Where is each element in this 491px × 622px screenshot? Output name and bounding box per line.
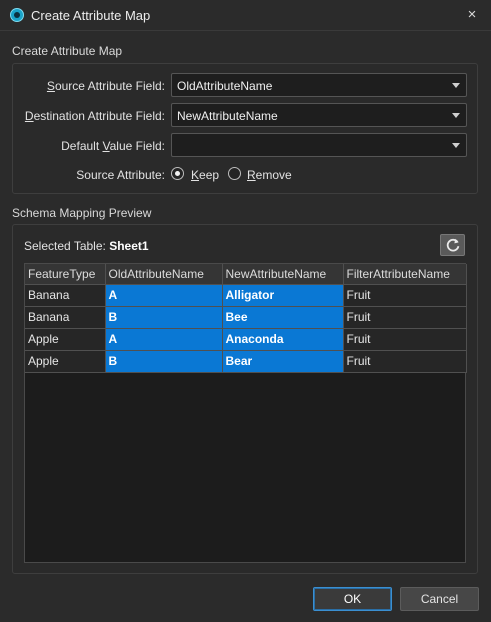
table-row[interactable]: Apple B Bear Fruit [25, 350, 467, 373]
close-icon[interactable]: × [461, 4, 483, 26]
chevron-down-icon [452, 113, 460, 118]
table-cell[interactable]: Fruit [343, 350, 467, 373]
column-header[interactable]: OldAttributeName [105, 264, 223, 285]
source-attribute-field-dropdown[interactable]: OldAttributeName [171, 73, 467, 97]
chevron-down-icon [452, 143, 460, 148]
keep-radio-label[interactable]: Keep [191, 168, 219, 182]
default-value-field-label: Default Value Field: [61, 139, 165, 153]
column-header[interactable]: NewAttributeName [222, 264, 344, 285]
table-row[interactable]: Banana A Alligator Fruit [25, 284, 467, 307]
table-header-row: FeatureType OldAttributeName NewAttribut… [25, 264, 467, 285]
table-cell-selected[interactable]: A [105, 284, 223, 307]
table-cell[interactable]: Fruit [343, 306, 467, 329]
keep-radio[interactable] [171, 167, 184, 180]
title-bar: Create Attribute Map × [0, 0, 491, 31]
remove-radio-label[interactable]: Remove [247, 168, 292, 182]
window-title: Create Attribute Map [31, 8, 151, 23]
source-attribute-field-label: Source Attribute Field: [46, 79, 165, 93]
chevron-down-icon [452, 83, 460, 88]
table-cell[interactable]: Fruit [343, 284, 467, 307]
source-attribute-field-value: OldAttributeName [177, 79, 273, 93]
selected-table: Selected Table: Sheet1 [24, 239, 149, 253]
refresh-icon [446, 238, 460, 252]
column-header[interactable]: FilterAttributeName [343, 264, 467, 285]
destination-attribute-field-label: Destination Attribute Field: [24, 109, 165, 123]
table-cell-selected[interactable]: Bee [222, 306, 344, 329]
table-cell[interactable]: Apple [25, 350, 106, 373]
table-cell[interactable]: Banana [25, 284, 106, 307]
table-cell[interactable]: Fruit [343, 328, 467, 351]
attribute-map-group-title: Create Attribute Map [12, 44, 123, 58]
destination-attribute-field-dropdown[interactable]: NewAttributeName [171, 103, 467, 127]
default-value-field-dropdown[interactable] [171, 133, 467, 157]
refresh-button[interactable] [440, 234, 465, 256]
table-row[interactable]: Banana B Bee Fruit [25, 306, 467, 329]
table-row[interactable]: Apple A Anaconda Fruit [25, 328, 467, 351]
table-cell-selected[interactable]: B [105, 350, 223, 373]
table-cell[interactable]: Apple [25, 328, 106, 351]
schema-mapping-table[interactable]: FeatureType OldAttributeName NewAttribut… [24, 263, 467, 563]
selected-table-value: Sheet1 [109, 239, 149, 253]
table-cell-selected[interactable]: Anaconda [222, 328, 344, 351]
cancel-button[interactable]: Cancel [400, 587, 479, 611]
schema-preview-group-title: Schema Mapping Preview [12, 206, 152, 220]
remove-radio[interactable] [228, 167, 241, 180]
selected-table-label: Selected Table: [24, 239, 106, 253]
table-cell-selected[interactable]: Bear [222, 350, 344, 373]
table-cell[interactable]: Banana [25, 306, 106, 329]
source-attribute-label: Source Attribute: [76, 168, 165, 182]
ok-button[interactable]: OK [313, 587, 392, 611]
app-logo-icon [10, 8, 24, 22]
table-cell-selected[interactable]: B [105, 306, 223, 329]
table-cell-selected[interactable]: Alligator [222, 284, 344, 307]
destination-attribute-field-value: NewAttributeName [177, 109, 278, 123]
table-cell-selected[interactable]: A [105, 328, 223, 351]
column-header[interactable]: FeatureType [25, 264, 106, 285]
